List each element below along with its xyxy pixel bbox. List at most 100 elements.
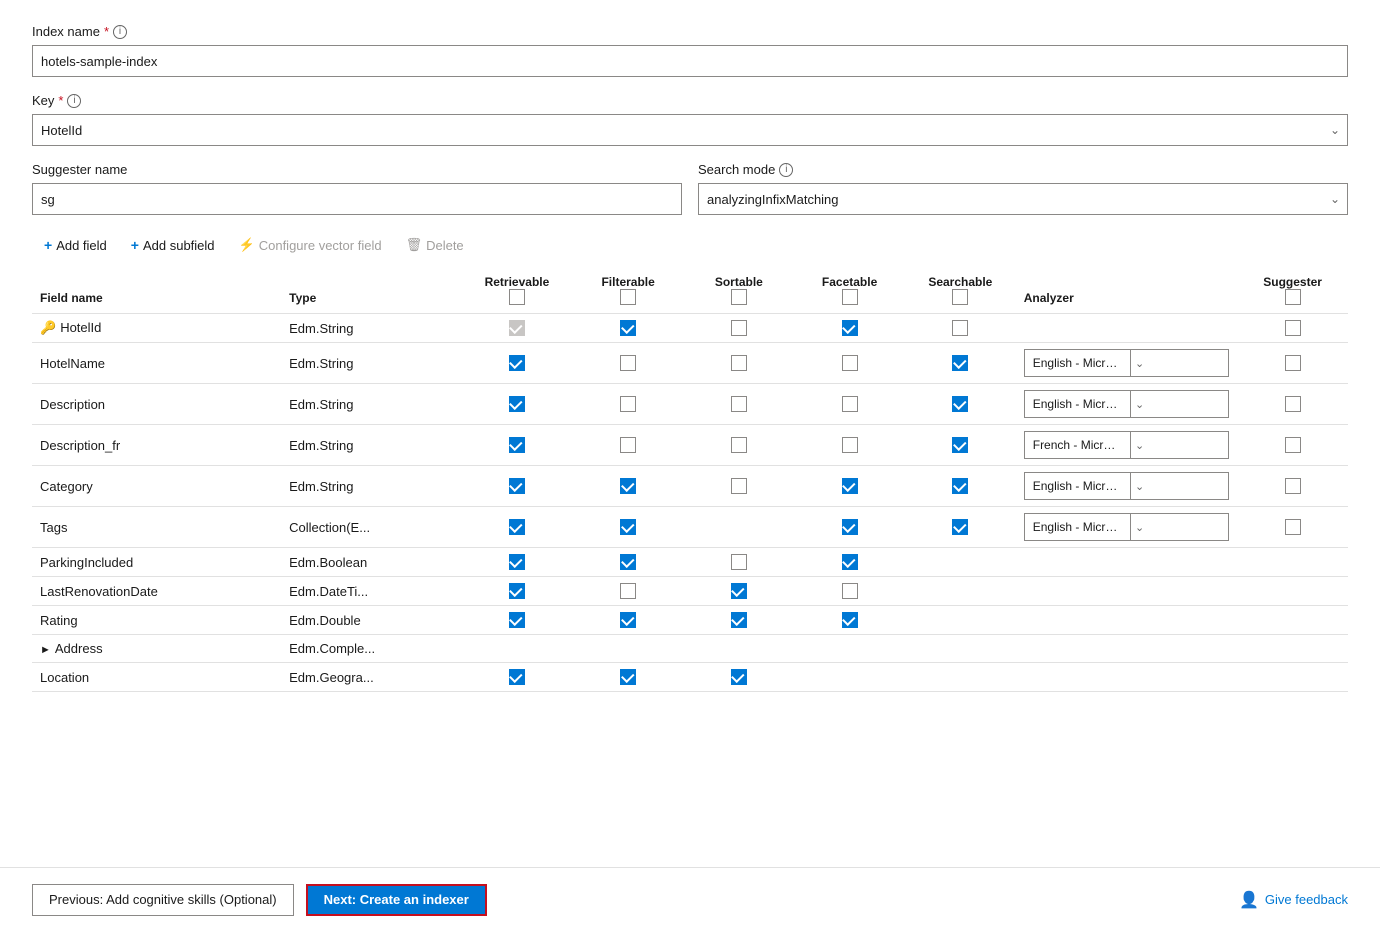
filterable-checkbox[interactable] — [620, 478, 636, 494]
retrievable-checkbox[interactable] — [509, 320, 525, 336]
suggester-checkbox[interactable] — [1285, 478, 1301, 494]
feedback-icon: 👤 — [1239, 890, 1259, 910]
header-facetable-checkbox[interactable] — [842, 289, 858, 305]
suggester-cell — [1237, 425, 1348, 466]
analyzer-cell: English - Micro... ⌄ — [1016, 507, 1237, 548]
searchable-checkbox[interactable] — [952, 519, 968, 535]
suggester-cell — [1237, 466, 1348, 507]
header-searchable-checkbox[interactable] — [952, 289, 968, 305]
searchable-checkbox[interactable] — [952, 478, 968, 494]
filterable-checkbox[interactable] — [620, 355, 636, 371]
suggester-checkbox[interactable] — [1285, 355, 1301, 371]
configure-vector-field-button[interactable]: ⚡ Configure vector field — [227, 231, 394, 259]
filterable-checkbox[interactable] — [620, 519, 636, 535]
give-feedback-button[interactable]: 👤 Give feedback — [1239, 890, 1348, 910]
filterable-cell — [573, 507, 684, 548]
field-name-cell: 🔑HotelId — [32, 314, 281, 343]
header-sortable-checkbox[interactable] — [731, 289, 747, 305]
retrievable-checkbox[interactable] — [509, 612, 525, 628]
sortable-checkbox[interactable] — [731, 554, 747, 570]
add-subfield-button[interactable]: + Add subfield — [119, 231, 227, 259]
analyzer-select[interactable]: French - Micros... ⌄ — [1024, 431, 1229, 459]
facetable-checkbox[interactable] — [842, 583, 858, 599]
field-name-cell: Description_fr — [32, 425, 281, 466]
delete-button[interactable]: 🗑 Delete — [394, 231, 476, 259]
sortable-checkbox[interactable] — [731, 612, 747, 628]
sortable-cell — [684, 425, 795, 466]
suggester-checkbox[interactable] — [1285, 437, 1301, 453]
facetable-cell — [794, 343, 905, 384]
searchable-checkbox[interactable] — [952, 396, 968, 412]
sortable-checkbox[interactable] — [731, 396, 747, 412]
retrievable-cell — [461, 384, 573, 425]
searchable-checkbox[interactable] — [952, 320, 968, 336]
sortable-checkbox[interactable] — [731, 437, 747, 453]
suggester-checkbox[interactable] — [1285, 320, 1301, 336]
analyzer-select[interactable]: English - Micro... ⌄ — [1024, 390, 1229, 418]
retrievable-checkbox[interactable] — [509, 519, 525, 535]
filterable-checkbox[interactable] — [620, 396, 636, 412]
filterable-checkbox[interactable] — [620, 320, 636, 336]
facetable-checkbox[interactable] — [842, 519, 858, 535]
analyzer-cell — [1016, 314, 1237, 343]
header-suggester-checkbox[interactable] — [1285, 289, 1301, 305]
facetable-checkbox[interactable] — [842, 612, 858, 628]
th-facetable: Facetable — [794, 271, 905, 314]
filterable-checkbox[interactable] — [620, 583, 636, 599]
retrievable-checkbox[interactable] — [509, 396, 525, 412]
retrievable-checkbox[interactable] — [509, 355, 525, 371]
suggester-checkbox[interactable] — [1285, 396, 1301, 412]
suggester-name-input[interactable] — [32, 183, 682, 215]
header-retrievable-checkbox[interactable] — [509, 289, 525, 305]
sortable-checkbox[interactable] — [731, 669, 747, 685]
next-button[interactable]: Next: Create an indexer — [306, 884, 487, 916]
facetable-checkbox[interactable] — [842, 478, 858, 494]
filterable-checkbox[interactable] — [620, 554, 636, 570]
filterable-checkbox[interactable] — [620, 612, 636, 628]
delete-icon: 🗑 — [406, 237, 423, 253]
facetable-checkbox[interactable] — [842, 554, 858, 570]
searchable-checkbox[interactable] — [952, 437, 968, 453]
analyzer-select[interactable]: English - Micro... ⌄ — [1024, 513, 1229, 541]
filterable-checkbox[interactable] — [620, 437, 636, 453]
search-mode-info-icon[interactable]: i — [779, 163, 793, 177]
previous-button[interactable]: Previous: Add cognitive skills (Optional… — [32, 884, 294, 916]
sortable-checkbox[interactable] — [731, 478, 747, 494]
search-mode-select[interactable]: analyzingInfixMatching — [698, 183, 1348, 215]
retrievable-checkbox[interactable] — [509, 583, 525, 599]
sortable-checkbox[interactable] — [731, 355, 747, 371]
field-name-cell: LastRenovationDate — [32, 577, 281, 606]
key-info-icon[interactable]: i — [67, 94, 81, 108]
index-name-label: Index name * i — [32, 24, 1348, 39]
th-analyzer: Analyzer — [1016, 271, 1237, 314]
index-name-input[interactable] — [32, 45, 1348, 77]
retrievable-checkbox[interactable] — [509, 669, 525, 685]
analyzer-value: English - Micro... — [1025, 356, 1130, 370]
add-field-button[interactable]: + Add field — [32, 231, 119, 259]
type-cell: Collection(E... — [281, 507, 461, 548]
facetable-checkbox[interactable] — [842, 437, 858, 453]
facetable-checkbox[interactable] — [842, 396, 858, 412]
header-filterable-checkbox[interactable] — [620, 289, 636, 305]
filterable-checkbox[interactable] — [620, 669, 636, 685]
facetable-checkbox[interactable] — [842, 320, 858, 336]
facetable-cell — [794, 384, 905, 425]
searchable-cell — [905, 548, 1016, 577]
sortable-checkbox[interactable] — [731, 320, 747, 336]
retrievable-checkbox[interactable] — [509, 437, 525, 453]
retrievable-checkbox[interactable] — [509, 554, 525, 570]
analyzer-select[interactable]: English - Micro... ⌄ — [1024, 349, 1229, 377]
expand-icon[interactable]: ► — [40, 644, 51, 656]
retrievable-checkbox[interactable] — [509, 478, 525, 494]
analyzer-select[interactable]: English - Micro... ⌄ — [1024, 472, 1229, 500]
suggester-cell — [1237, 606, 1348, 635]
index-name-info-icon[interactable]: i — [113, 25, 127, 39]
suggester-checkbox[interactable] — [1285, 519, 1301, 535]
facetable-checkbox[interactable] — [842, 355, 858, 371]
key-select[interactable]: HotelId — [32, 114, 1348, 146]
sortable-checkbox[interactable] — [731, 583, 747, 599]
key-label: Key * i — [32, 93, 1348, 108]
delete-label: Delete — [426, 238, 464, 253]
footer-buttons: Previous: Add cognitive skills (Optional… — [32, 884, 487, 916]
searchable-checkbox[interactable] — [952, 355, 968, 371]
